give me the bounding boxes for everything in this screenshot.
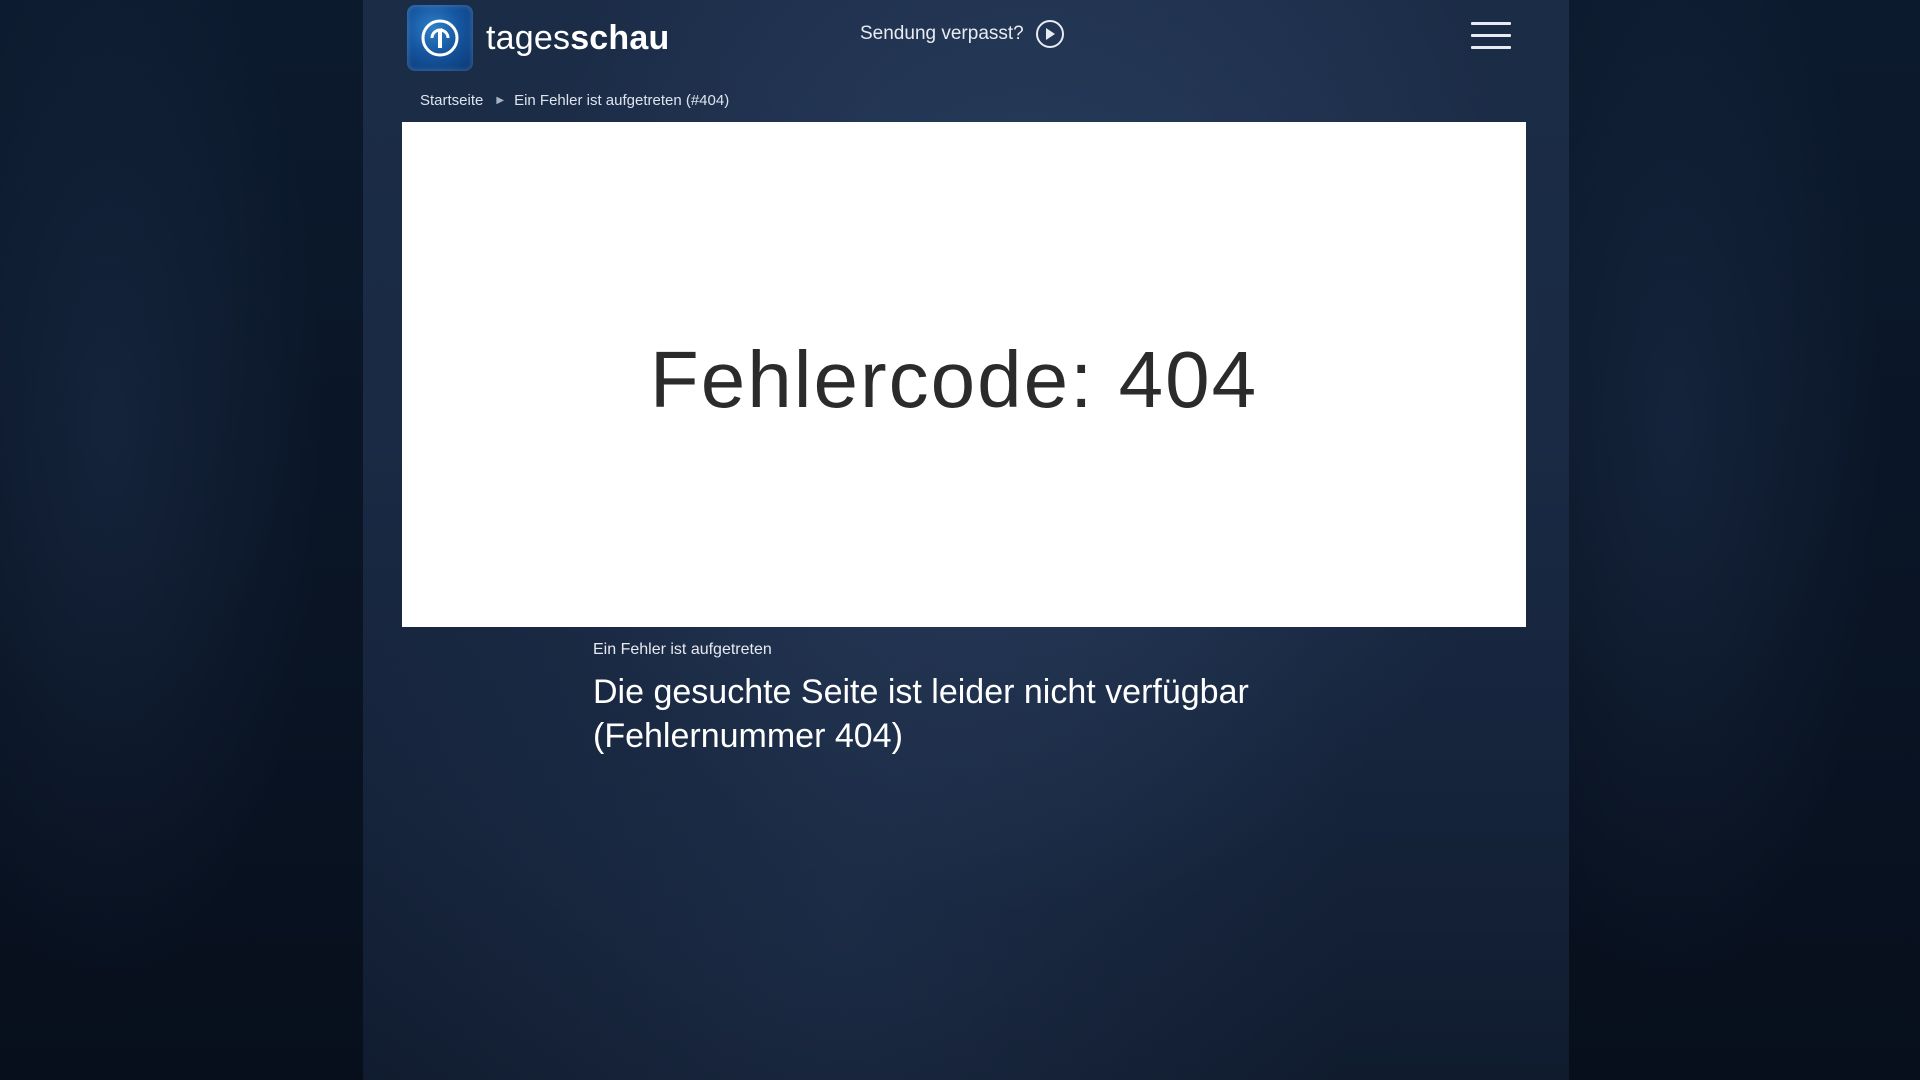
menu-line — [1471, 34, 1511, 37]
hamburger-menu-icon[interactable] — [1471, 22, 1511, 52]
right-background — [1569, 0, 1920, 1080]
logo-text-bold: schau — [570, 18, 670, 57]
breadcrumb-current: Ein Fehler ist aufgetreten (#404) — [514, 92, 730, 109]
page-container: tagesschau Sendung verpasst? Startseite … — [363, 0, 1569, 1080]
tagesschau-logo-link[interactable]: tagesschau — [407, 5, 669, 71]
missed-show-label: Sendung verpasst? — [860, 23, 1024, 44]
breadcrumb-home-link[interactable]: Startseite — [420, 92, 483, 109]
play-circle-icon — [1035, 20, 1064, 48]
logo-text-light: tages — [486, 18, 571, 57]
article-topline: Ein Fehler ist aufgetreten — [593, 641, 772, 658]
error-hero-panel: Fehlercode: 404 — [402, 122, 1526, 627]
logo-wordmark: tagesschau — [486, 19, 669, 58]
left-background — [0, 0, 363, 1080]
menu-line — [1471, 46, 1511, 49]
triangle-right-icon: ▶ — [496, 95, 505, 106]
ard-one-logo-icon — [407, 5, 473, 71]
missed-show-link[interactable]: Sendung verpasst? — [860, 20, 1064, 48]
menu-line — [1471, 22, 1511, 25]
error-code-title: Fehlercode: 404 — [649, 334, 1259, 424]
site-header: tagesschau Sendung verpasst? — [363, 0, 1569, 80]
article-headline: Die gesuchte Seite ist leider nicht verf… — [593, 673, 1249, 755]
breadcrumb: Startseite ▶ Ein Fehler ist aufgetreten … — [420, 92, 729, 109]
